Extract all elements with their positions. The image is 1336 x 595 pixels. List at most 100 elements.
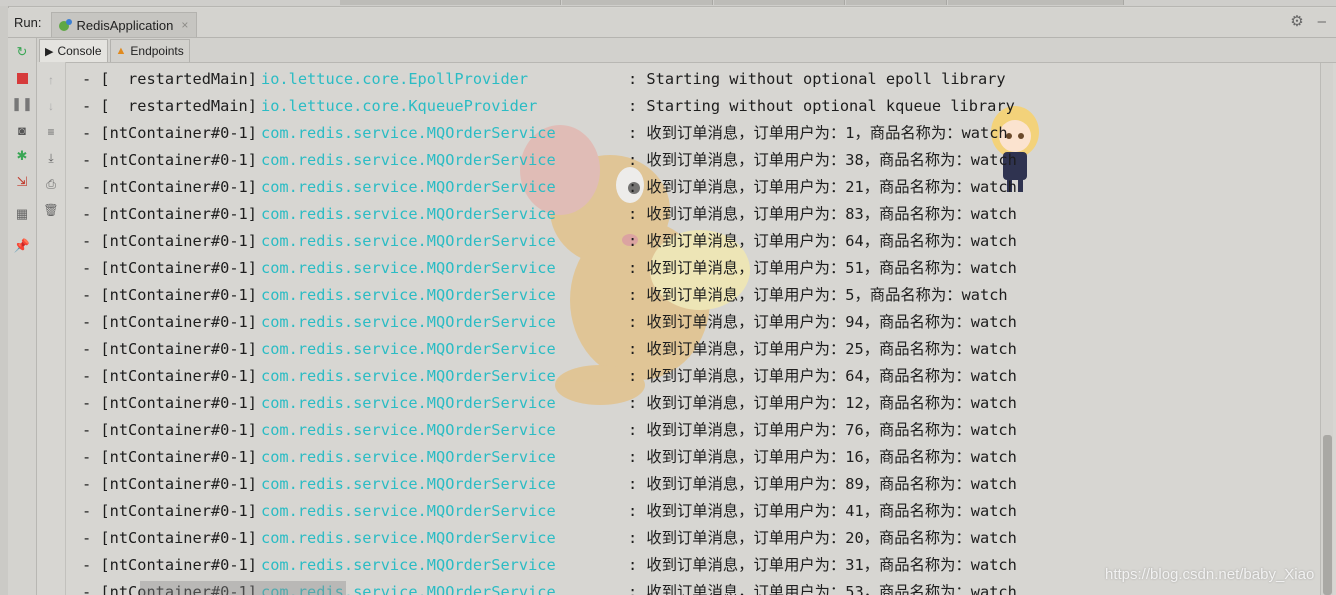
console-line-thread: - [ntContainer#0-1] (82, 124, 257, 142)
vertical-scrollbar[interactable] (1320, 63, 1333, 595)
console-icon: ▶ (45, 45, 54, 58)
run-tab-redisapplication[interactable]: RedisApplication × (51, 12, 198, 37)
exit-icon[interactable]: ⇲ (14, 174, 30, 190)
console-line-class: com.redis.service.MQOrderService (261, 232, 556, 250)
pin-icon[interactable]: 📌 (14, 238, 30, 254)
console-actions-toolbar: ↑ ↓ ≡ ⤓ ⎙ 🗑 (37, 62, 66, 595)
pause-icon[interactable]: ❚❚ (11, 96, 33, 112)
console-line-thread: - [ntContainer#0-1] (82, 529, 257, 547)
console-line-message: : 收到订单消息，订单用户为：21，商品名称为：watch (628, 178, 1017, 196)
console-line-message: : 收到订单消息，订单用户为：94，商品名称为：watch (628, 313, 1017, 331)
console-line-thread: - [ntContainer#0-1] (82, 448, 257, 466)
console-subtabs: ▶ Console ▲ Endpoints (37, 38, 1336, 63)
run-tab-title: RedisApplication (76, 17, 174, 33)
soft-wrap-icon[interactable]: ≡ (43, 124, 59, 140)
console-line-class: com.redis.service.MQOrderService (261, 475, 556, 493)
console-line-thread: - [ntContainer#0-1] (82, 259, 257, 277)
debug-icon[interactable]: ✱ (14, 148, 30, 164)
run-actions-toolbar: ↻ ❚❚ ◙ ✱ ⇲ ▦ 📌 (8, 38, 37, 595)
console-line-class: com.redis.service.MQOrderService (261, 124, 556, 142)
console-line-message: : Starting without optional epoll librar… (628, 70, 1006, 88)
camera-icon[interactable]: ◙ (14, 122, 30, 138)
up-arrow-icon[interactable]: ↑ (43, 72, 59, 88)
editor-tab[interactable] (562, 0, 713, 5)
tab-console-label: Console (57, 44, 102, 58)
console-line-thread: - [ntContainer#0-1] (82, 367, 257, 385)
tab-endpoints-label: Endpoints (130, 44, 184, 58)
console-output[interactable]: - [ restartedMain] io.lettuce.core.EpollP… (66, 63, 1318, 595)
console-line-class: com.redis.service.MQOrderService (261, 421, 556, 439)
console-line-message: : 收到订单消息，订单用户为：38，商品名称为：watch (628, 151, 1017, 169)
console-line-class: com.redis.service.MQOrderService (261, 259, 556, 277)
console-line-class: io.lettuce.core.EpollProvider (261, 70, 529, 88)
console-line-message: : 收到订单消息，订单用户为：89，商品名称为：watch (628, 475, 1017, 493)
console-line-class: com.redis.service.MQOrderService (261, 448, 556, 466)
console-line-message: : 收到订单消息，订单用户为：12，商品名称为：watch (628, 394, 1017, 412)
console-line-message: : 收到订单消息，订单用户为：1，商品名称为：watch (628, 124, 1008, 142)
editor-tab[interactable] (714, 0, 845, 5)
down-arrow-icon[interactable]: ↓ (43, 98, 59, 114)
console-line-thread: - [ntContainer#0-1] (82, 151, 257, 169)
console-line-thread: - [ntContainer#0-1] (82, 286, 257, 304)
editor-tab[interactable] (948, 0, 1124, 5)
console-line-class: com.redis.service.MQOrderService (261, 313, 556, 331)
editor-tab[interactable] (340, 0, 561, 5)
console-line-thread: - [ntContainer#0-1] (82, 178, 257, 196)
trash-icon[interactable]: 🗑 (43, 202, 59, 218)
console-line-message: : 收到订单消息，订单用户为：25，商品名称为：watch (628, 340, 1017, 358)
console-line-class: com.redis.service.MQOrderService (261, 178, 556, 196)
console-line-message: : 收到订单消息，订单用户为：53，商品名称为：watch (628, 583, 1017, 595)
console-line-class: com.redis.service.MQOrderService (261, 502, 556, 520)
console-line-message: : 收到订单消息，订单用户为：83，商品名称为：watch (628, 205, 1017, 223)
console-line-thread: - [ntContainer#0-1] (82, 340, 257, 358)
top-tab-strip (0, 0, 1336, 7)
console-line-thread: - [ntContainer#0-1] (82, 556, 257, 574)
console-line-thread: - [ntContainer#0-1] (82, 421, 257, 439)
console-line-class: com.redis.service.MQOrderService (261, 205, 556, 223)
console-line-class: com.redis.service.MQOrderService (261, 340, 556, 358)
console-line-thread: - [ntContainer#0-1] (82, 313, 257, 331)
console-line-message: : 收到订单消息，订单用户为：64，商品名称为：watch (628, 367, 1017, 385)
tab-console[interactable]: ▶ Console (39, 39, 108, 62)
console-line-class: com.redis.service.MQOrderService (261, 151, 556, 169)
console-line-class: com.redis.service.MQOrderService (261, 367, 556, 385)
console-line-thread: - [ restartedMain] (82, 70, 257, 88)
console-line-class: com.redis.service.MQOrderService (261, 556, 556, 574)
console-line-thread: - [ntContainer#0-1] (82, 394, 257, 412)
console-line-thread: - [ restartedMain] (82, 97, 257, 115)
selection-highlight (140, 581, 346, 595)
watermark-text: https://blog.csdn.net/baby_Xiao (1105, 566, 1315, 583)
console-line-thread: - [ntContainer#0-1] (82, 475, 257, 493)
console-line-class: com.redis.service.MQOrderService (261, 286, 556, 304)
run-label: Run: (14, 15, 42, 30)
layout-icon[interactable]: ▦ (14, 206, 30, 222)
endpoints-icon: ▲ (115, 45, 127, 57)
console-line-thread: - [ntContainer#0-1] (82, 232, 257, 250)
gear-icon[interactable]: ⚙ (1290, 12, 1303, 30)
print-icon[interactable]: ⎙ (43, 176, 59, 192)
console-line-message: : Starting without optional kqueue libra… (628, 97, 1015, 115)
scroll-to-end-icon[interactable]: ⤓ (43, 150, 59, 166)
console-line-message: : 收到订单消息，订单用户为：20，商品名称为：watch (628, 529, 1017, 547)
console-line-class: com.redis.service.MQOrderService (261, 529, 556, 547)
spring-app-icon (59, 19, 73, 31)
console-line-thread: - [ntContainer#0-1] (82, 502, 257, 520)
console-line-message: : 收到订单消息，订单用户为：5，商品名称为：watch (628, 286, 1008, 304)
close-icon[interactable]: × (181, 18, 188, 32)
editor-tab[interactable] (846, 0, 947, 5)
console-line-message: : 收到订单消息，订单用户为：16，商品名称为：watch (628, 448, 1017, 466)
console-line-message: : 收到订单消息，订单用户为：76，商品名称为：watch (628, 421, 1017, 439)
rerun-icon[interactable]: ↻ (14, 44, 30, 60)
console-line-message: : 收到订单消息，订单用户为：64，商品名称为：watch (628, 232, 1017, 250)
console-line-message: : 收到订单消息，订单用户为：31，商品名称为：watch (628, 556, 1017, 574)
console-line-message: : 收到订单消息，订单用户为：51，商品名称为：watch (628, 259, 1017, 277)
run-toolbar: Run: RedisApplication × ⚙ – (8, 8, 1336, 38)
console-line-class: com.redis.service.MQOrderService (261, 394, 556, 412)
scrollbar-thumb[interactable] (1323, 435, 1332, 595)
console-line-message: : 收到订单消息，订单用户为：41，商品名称为：watch (628, 502, 1017, 520)
console-line-thread: - [ntContainer#0-1] (82, 205, 257, 223)
tab-endpoints[interactable]: ▲ Endpoints (109, 39, 190, 62)
stop-icon[interactable] (14, 70, 30, 86)
minimize-icon[interactable]: – (1318, 13, 1326, 30)
console-line-class: io.lettuce.core.KqueueProvider (261, 97, 538, 115)
